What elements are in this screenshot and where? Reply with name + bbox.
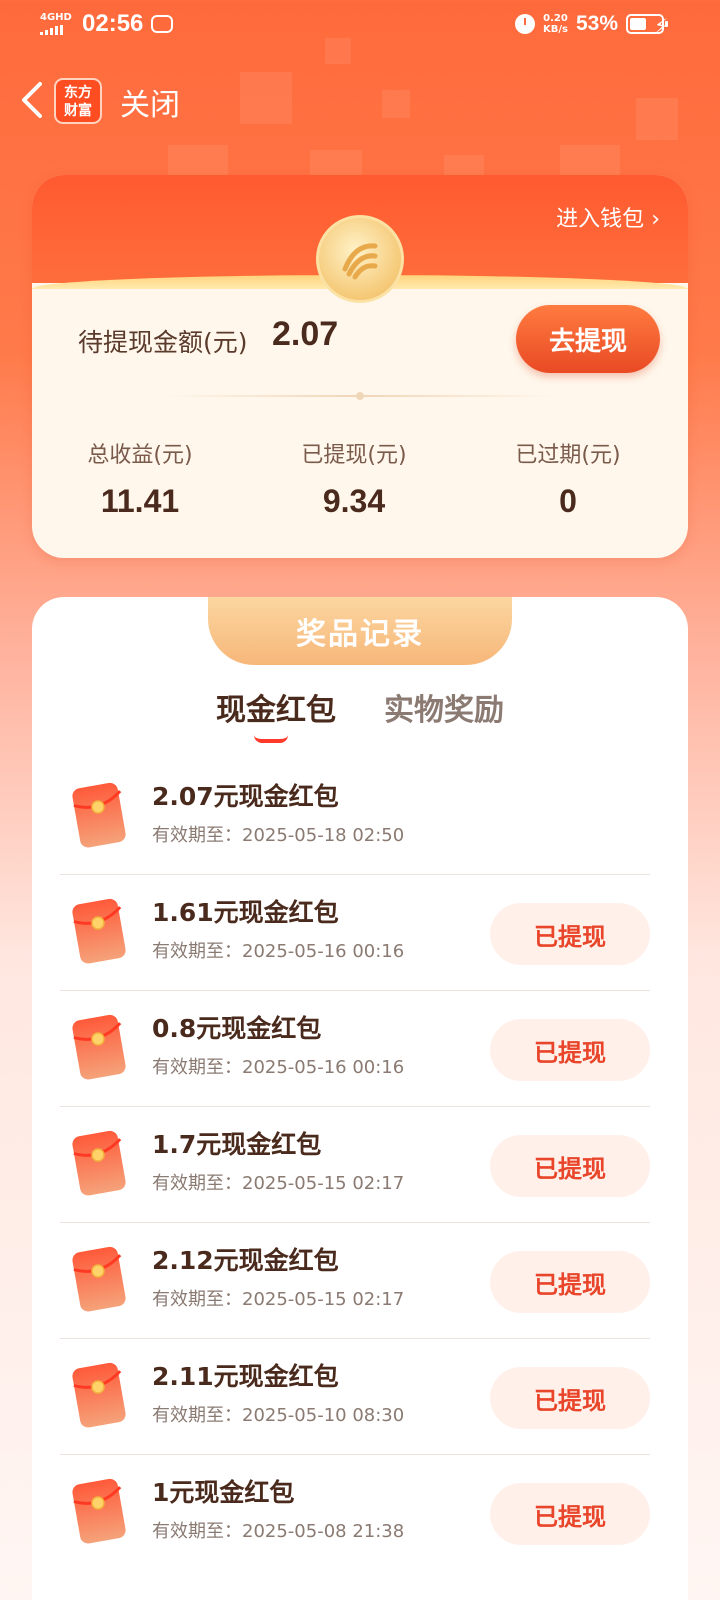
enter-wallet-link[interactable]: 进入钱包 ›	[556, 201, 660, 233]
list-item: 1.61元现金红包有效期至：2025-05-16 00:16 已提现	[60, 875, 650, 991]
list-item: 1元现金红包有效期至：2025-05-08 21:38 已提现	[60, 1455, 650, 1571]
stat-expired: 已过期(元) 0	[458, 437, 678, 520]
red-packet-title: 0.8元现金红包	[152, 1014, 322, 1043]
list-item: 0.8元现金红包有效期至：2025-05-16 00:16 已提现	[60, 991, 650, 1107]
list-item: 1.7元现金红包有效期至：2025-05-15 02:17 已提现	[60, 1107, 650, 1223]
withdrawn-button[interactable]: 已提现	[490, 1251, 650, 1313]
stat-withdrawn: 已提现(元) 9.34	[244, 437, 464, 520]
stat-total-earnings: 总收益(元) 11.41	[32, 437, 250, 520]
active-tab-indicator	[254, 735, 288, 743]
battery-percent: 53%	[575, 12, 618, 35]
network-indicator: 4GHD	[40, 13, 74, 35]
records-list: 2.07元现金红包 有效期至：2025-05-18 02:50 1.61元现金红包有…	[60, 759, 650, 1571]
alarm-icon	[514, 14, 535, 34]
red-packet-expiry: 有效期至：2025-05-16 00:16	[152, 941, 405, 962]
divider	[162, 392, 558, 400]
stat-value: 0	[559, 483, 577, 519]
battery-fill	[630, 18, 646, 30]
red-envelope-icon	[70, 779, 130, 849]
close-button[interactable]: 关闭	[120, 80, 180, 124]
red-packet-title: 1.61元现金红包	[152, 898, 339, 927]
red-envelope-icon	[70, 895, 130, 965]
bg-square	[444, 155, 484, 175]
enter-wallet-label: 进入钱包	[556, 207, 645, 232]
red-envelope-icon	[70, 1475, 130, 1545]
coin-icon	[316, 215, 404, 303]
red-packet-title: 2.11元现金红包	[152, 1362, 339, 1391]
stat-label: 已提现(元)	[301, 443, 407, 468]
pending-amount-value: 2.07	[272, 315, 339, 353]
stat-value: 11.41	[100, 483, 180, 519]
stat-label: 已过期(元)	[515, 443, 621, 468]
prize-records-card: 奖品记录 现金红包 实物奖励 2.07元现金红包有效期至：2025-05-18 …	[32, 597, 688, 1600]
withdrawn-button[interactable]: 已提现	[490, 903, 650, 965]
list-item: 2.07元现金红包有效期至：2025-05-18 02:50	[60, 759, 650, 875]
records-tabs: 现金红包 实物奖励	[32, 685, 688, 745]
red-packet-title: 2.12元现金红包	[152, 1246, 339, 1275]
notification-app-icon	[151, 15, 174, 33]
red-envelope-icon	[70, 1011, 130, 1081]
withdrawn-button[interactable]: 已提现	[490, 1019, 650, 1081]
withdrawn-button[interactable]: 已提现	[490, 1135, 650, 1197]
speed-value: 0.20	[543, 13, 568, 24]
withdrawn-button[interactable]: 已提现	[490, 1483, 650, 1545]
tab-physical-rewards[interactable]: 实物奖励	[384, 685, 504, 729]
red-packet-expiry: 有效期至：2025-05-16 00:16	[152, 1057, 405, 1078]
red-packet-expiry: 有效期至：2025-05-15 02:17	[152, 1289, 405, 1310]
stat-label: 总收益(元)	[87, 443, 193, 468]
charging-icon: ⚡	[653, 14, 668, 38]
clock: 02:56	[82, 10, 144, 37]
nav-bar: 东方 财富 关闭	[0, 70, 720, 130]
red-packet-expiry: 有效期至：2025-05-18 02:50	[152, 825, 405, 846]
pending-amount-label: 待提现金额(元)	[78, 328, 248, 357]
prize-records-title: 奖品记录	[208, 597, 512, 665]
chevron-right-icon: ›	[651, 207, 660, 232]
red-envelope-icon	[70, 1243, 130, 1313]
withdraw-button[interactable]: 去提现	[516, 305, 660, 373]
red-packet-title: 2.07元现金红包	[152, 782, 339, 811]
list-item: 2.11元现金红包有效期至：2025-05-10 08:30 已提现	[60, 1339, 650, 1455]
red-envelope-icon	[70, 1359, 130, 1429]
status-bar: 4GHD 02:56 0.20 KB/s 53% ⚡	[0, 0, 720, 56]
back-button[interactable]	[14, 78, 54, 122]
red-packet-title: 1.7元现金红包	[152, 1130, 322, 1159]
red-packet-expiry: 有效期至：2025-05-15 02:17	[152, 1173, 405, 1194]
red-envelope-icon	[70, 1127, 130, 1197]
red-packet-title: 1元现金红包	[152, 1478, 295, 1507]
speed-unit: KB/s	[542, 24, 568, 35]
app-logo: 东方 财富	[54, 78, 102, 124]
network-type: 4GHD	[40, 12, 72, 23]
tab-cash-red-packet[interactable]: 现金红包	[216, 685, 336, 729]
logo-line1: 东方	[64, 85, 92, 101]
logo-line2: 财富	[64, 103, 92, 119]
network-speed: 0.20 KB/s	[543, 13, 568, 35]
red-packet-expiry: 有效期至：2025-05-10 08:30	[152, 1405, 405, 1426]
bg-square	[168, 145, 228, 175]
bg-square	[560, 145, 620, 175]
chevron-left-icon	[22, 82, 42, 118]
signal-icon	[40, 25, 74, 35]
stat-value: 9.34	[322, 483, 386, 519]
list-item: 2.12元现金红包有效期至：2025-05-15 02:17 已提现	[60, 1223, 650, 1339]
withdrawn-button[interactable]: 已提现	[490, 1367, 650, 1429]
red-packet-expiry: 有效期至：2025-05-08 21:38	[152, 1521, 405, 1542]
wallet-card: 进入钱包 › 待提现金额(元) 2.07 去提现 总收益(元) 11.41 已提…	[32, 175, 688, 558]
bg-square	[310, 150, 362, 175]
